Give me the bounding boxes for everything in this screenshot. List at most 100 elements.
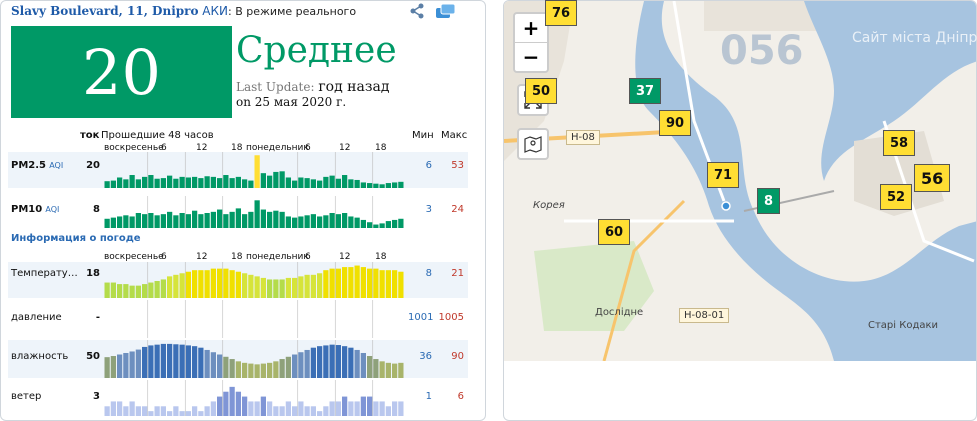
map-label-doslidne: Дослідне <box>595 307 644 318</box>
chart-bar <box>260 363 266 378</box>
chart-bar <box>129 216 135 228</box>
map-marker-71[interactable]: 71 <box>707 162 740 188</box>
chart-bar <box>254 155 260 188</box>
chart-bar <box>367 183 373 188</box>
history-column-header: Прошедшие 48 часов <box>101 130 214 141</box>
chart-bar <box>217 354 223 378</box>
map-marker-52[interactable]: 52 <box>880 184 913 210</box>
chart-bar <box>285 277 291 298</box>
chart-bar <box>329 344 335 378</box>
chart-bar <box>335 178 341 188</box>
chart-bar <box>335 214 341 228</box>
chart-bar <box>185 411 191 416</box>
chart-bar <box>129 285 135 298</box>
hour-label-12-w-b: 12 <box>339 252 351 262</box>
chart-bar <box>342 267 348 298</box>
chart-bar <box>329 175 335 188</box>
weather-section-title: Информация о погоде <box>11 233 141 244</box>
chart-bar <box>248 274 254 298</box>
zoom-out-button[interactable]: − <box>515 42 547 70</box>
chart-bar <box>304 349 310 378</box>
chart-bar <box>392 401 398 416</box>
humidity-label: влажность <box>11 351 69 362</box>
chart-bar <box>123 406 129 416</box>
pm10-min: 3 <box>425 204 432 215</box>
zoom-in-button[interactable]: + <box>515 14 547 42</box>
chart-bar <box>104 357 110 378</box>
pm25-current: 20 <box>86 160 100 171</box>
chart-bar <box>148 345 154 378</box>
chart-bar <box>142 284 148 298</box>
widget-cards-icon[interactable] <box>435 3 457 19</box>
map-marker-76[interactable]: 76 <box>545 0 578 26</box>
chart-bar <box>317 346 323 378</box>
chart-bar <box>398 271 404 298</box>
map-marker-8[interactable]: 8 <box>757 188 781 214</box>
chart-bar <box>329 268 335 298</box>
share-icon[interactable] <box>409 3 425 19</box>
chart-bar <box>360 267 366 298</box>
chart-bar <box>129 175 135 188</box>
chart-bar <box>279 359 285 378</box>
chart-bar <box>335 401 341 416</box>
chart-bar <box>248 180 254 188</box>
chart-bar <box>142 176 148 188</box>
chart-bar <box>285 216 291 228</box>
map-zoom-control[interactable]: + − <box>513 12 549 73</box>
chart-bar <box>254 364 260 378</box>
map-marker-58[interactable]: 58 <box>883 130 916 156</box>
chart-bar <box>104 406 110 416</box>
chart-bar <box>392 182 398 188</box>
chart-bar <box>110 282 116 298</box>
humidity-min: 36 <box>419 351 432 362</box>
chart-bar <box>235 271 241 298</box>
chart-bar <box>235 361 241 378</box>
map-marker-60[interactable]: 60 <box>598 219 631 245</box>
chart-bar <box>267 211 273 228</box>
last-update-date: on 25 мая 2020 г. <box>236 95 347 109</box>
chart-bar <box>292 217 298 228</box>
chart-bar <box>379 361 385 378</box>
chart-bar <box>354 401 360 416</box>
pressure-history-chart <box>147 300 374 338</box>
chart-bar <box>198 411 204 416</box>
max-column-header: Макс <box>441 130 468 141</box>
chart-bar <box>310 179 316 188</box>
chart-bar <box>273 361 279 378</box>
chart-bar <box>135 213 141 228</box>
chart-bar <box>123 284 129 298</box>
chart-bar <box>285 177 291 188</box>
temperature-max: 21 <box>451 268 464 279</box>
chart-bar <box>210 352 216 378</box>
chart-bar <box>179 213 185 228</box>
chart-bar <box>385 221 391 228</box>
chart-bar <box>242 273 248 298</box>
chart-bar <box>235 176 241 188</box>
humidity-history-chart <box>104 340 404 378</box>
map-marker-90[interactable]: 90 <box>659 110 692 136</box>
chart-bar <box>204 349 210 378</box>
chart-bar <box>142 214 148 228</box>
map-label-stari-kodaky: Старі Кодаки <box>868 320 939 331</box>
hour-label-18-w-b: 18 <box>375 252 387 262</box>
widget-header: Slavy Boulevard, 11, Dnipro АКИ: В режим… <box>11 4 356 18</box>
chart-bar <box>104 181 110 188</box>
chart-bar <box>192 176 198 188</box>
chart-bar <box>110 356 116 378</box>
chart-bar <box>185 214 191 228</box>
chart-bar <box>273 210 279 228</box>
map-marker-37[interactable]: 37 <box>629 78 662 104</box>
chart-bar <box>154 215 160 228</box>
chart-bar <box>254 276 260 298</box>
pm25-label: PM2.5 AQI <box>11 160 64 171</box>
chart-bar <box>160 178 166 188</box>
station-name-link[interactable]: Slavy Boulevard, 11, Dnipro <box>11 4 198 18</box>
chart-bar <box>342 213 348 228</box>
chart-bar <box>348 347 354 378</box>
map-layers-button[interactable] <box>517 128 549 160</box>
chart-bar <box>304 274 310 298</box>
chart-bar <box>198 214 204 228</box>
map-marker-56[interactable]: 56 <box>914 164 951 192</box>
map-marker-50[interactable]: 50 <box>525 78 558 104</box>
chart-bar <box>310 274 316 298</box>
